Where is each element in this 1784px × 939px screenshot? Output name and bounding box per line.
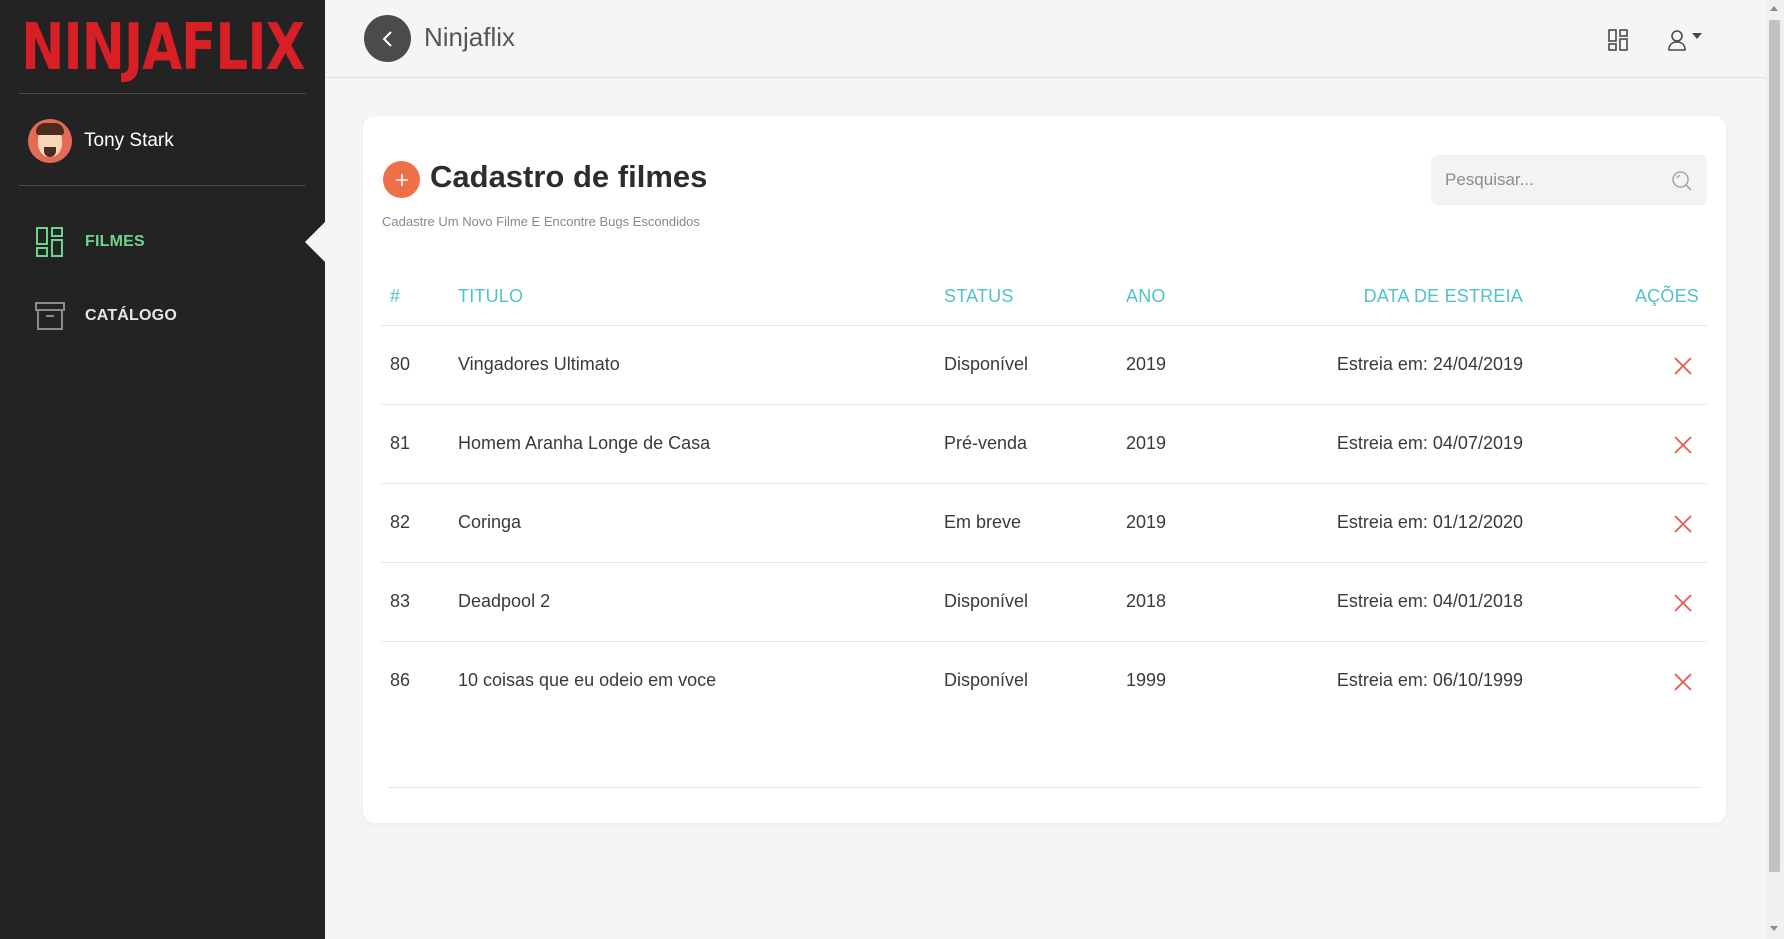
page-subtitle: Cadastre Um Novo Filme E Encontre Bugs E… [382, 214, 700, 229]
caret-down-icon [1692, 33, 1702, 39]
cell-year: 2019 [1126, 433, 1167, 453]
search-box [1431, 155, 1707, 205]
cell-year: 2019 [1126, 354, 1167, 374]
movies-card: Cadastro de filmes Cadastre Um Novo Film… [363, 116, 1726, 823]
ninjaflix-logo[interactable]: NINJAFLIX [0, 9, 325, 85]
dashboard-icon [35, 226, 65, 258]
cell-title: 10 coisas que eu odeio em voce [458, 670, 717, 690]
back-button[interactable] [364, 15, 411, 62]
delete-icon[interactable] [1672, 513, 1694, 535]
column-header-actions: AÇÕES [1634, 286, 1699, 306]
delete-icon[interactable] [1672, 592, 1694, 614]
app-title: Ninjaflix [424, 22, 516, 52]
column-header-id: # [390, 286, 401, 306]
sidebar-item-label: FILMES [85, 233, 145, 250]
user-menu-button[interactable] [1667, 25, 1703, 55]
column-header-release-date: DATA DE ESTREIA [1363, 286, 1523, 306]
cell-status: Em breve [944, 512, 1022, 532]
table-row[interactable]: 83 Deadpool 2 Disponível 2018 Estreia em… [381, 562, 1707, 641]
column-header-title: TITULO [458, 286, 524, 306]
cell-status: Pré-venda [944, 433, 1028, 453]
sidebar-item-catalogo[interactable]: CATÁLOGO [35, 299, 177, 333]
add-movie-button[interactable] [383, 161, 420, 198]
user-icon [1668, 30, 1686, 51]
cell-title: Coringa [458, 512, 522, 532]
cell-id: 86 [390, 670, 411, 690]
topbar: Ninjaflix [325, 0, 1765, 78]
cell-release-date: Estreia em: 04/07/2019 [1336, 433, 1523, 453]
archive-icon [35, 300, 65, 332]
cell-status: Disponível [944, 591, 1029, 611]
cell-release-date: Estreia em: 01/12/2020 [1336, 512, 1523, 532]
table-row[interactable]: 86 10 coisas que eu odeio em voce Dispon… [381, 641, 1707, 720]
scroll-thumb[interactable] [1769, 20, 1780, 872]
cell-release-date: Estreia em: 04/01/2018 [1336, 591, 1523, 611]
cell-id: 80 [390, 354, 411, 374]
page-title: Cadastro de filmes [430, 159, 708, 194]
user-profile[interactable]: Tony Stark [28, 119, 174, 163]
sidebar-item-label: CATÁLOGO [85, 307, 177, 324]
sidebar-divider [19, 93, 306, 94]
delete-icon[interactable] [1672, 671, 1694, 693]
table-row[interactable]: 80 Vingadores Ultimato Disponível 2019 E… [381, 325, 1707, 404]
search-input[interactable] [1431, 155, 1671, 205]
cell-status: Disponível [944, 670, 1029, 690]
cell-id: 81 [390, 433, 411, 453]
grid-view-button[interactable] [1608, 25, 1628, 55]
user-name: Tony Stark [84, 130, 174, 151]
table-bottom-divider [388, 787, 1701, 788]
avatar [28, 119, 72, 163]
cell-id: 83 [390, 591, 411, 611]
column-header-status: STATUS [944, 286, 1014, 306]
scrollbar[interactable] [1765, 0, 1784, 939]
logo-text: NINJAFLIX [20, 9, 305, 85]
scroll-up-arrow[interactable] [1770, 6, 1778, 11]
table-row[interactable]: 82 Coringa Em breve 2019 Estreia em: 01/… [381, 483, 1707, 562]
dashboard-icon [1608, 29, 1628, 51]
cell-title: Vingadores Ultimato [458, 354, 620, 374]
cell-year: 2018 [1126, 591, 1167, 611]
cell-release-date: Estreia em: 06/10/1999 [1336, 670, 1523, 690]
column-header-year: ANO [1126, 286, 1166, 306]
table-row[interactable]: 81 Homem Aranha Longe de Casa Pré-venda … [381, 404, 1707, 483]
cell-title: Deadpool 2 [458, 591, 551, 611]
cell-release-date: Estreia em: 24/04/2019 [1336, 354, 1523, 374]
cell-status: Disponível [944, 354, 1029, 374]
scroll-down-arrow[interactable] [1770, 926, 1778, 931]
chevron-left-icon [382, 30, 392, 47]
cell-year: 1999 [1126, 670, 1167, 690]
sidebar-divider [19, 185, 306, 186]
cell-title: Homem Aranha Longe de Casa [458, 433, 711, 453]
delete-icon[interactable] [1672, 434, 1694, 456]
sidebar: NINJAFLIX Tony Stark FILMES CATÁLOGO [0, 0, 325, 939]
plus-icon [395, 173, 408, 186]
sidebar-item-filmes[interactable]: FILMES [35, 225, 145, 259]
active-indicator [305, 222, 325, 262]
delete-icon[interactable] [1672, 355, 1694, 377]
search-icon[interactable] [1671, 170, 1693, 192]
cell-year: 2019 [1126, 512, 1167, 532]
cell-id: 82 [390, 512, 411, 532]
